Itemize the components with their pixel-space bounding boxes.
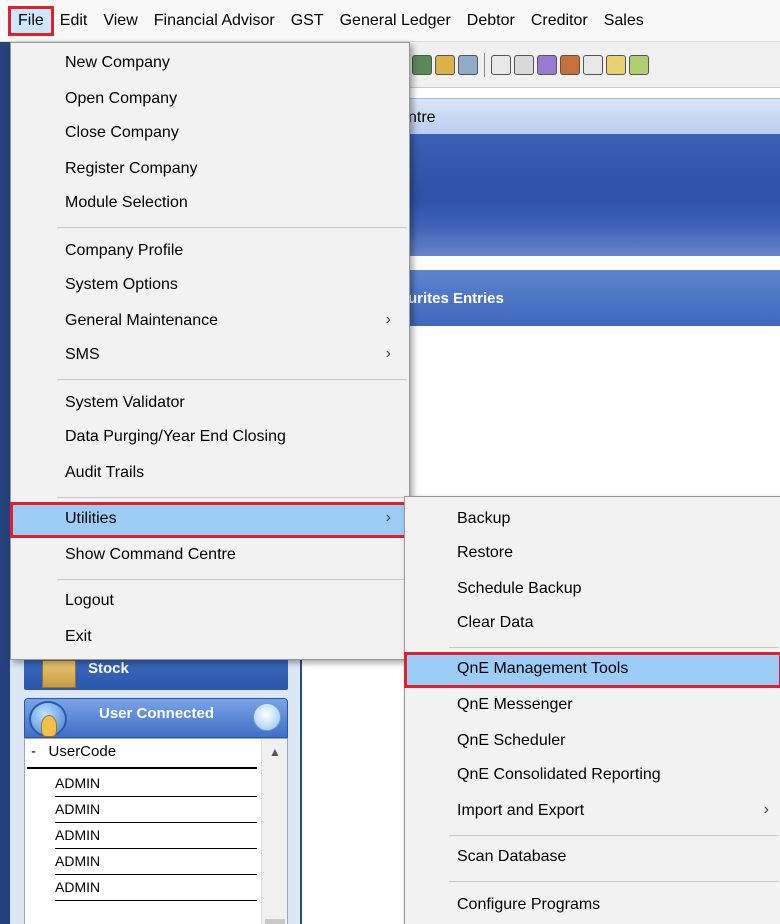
menu-separator: [57, 579, 407, 580]
menu-gst[interactable]: GST: [283, 8, 332, 34]
import-export-label: Import and Export: [457, 802, 585, 819]
menu-item-company-profile[interactable]: Company Profile: [11, 235, 409, 269]
edit-icon[interactable]: [435, 54, 455, 75]
user-row[interactable]: ADMIN: [55, 771, 257, 797]
submenu-arrow-icon: ›: [385, 509, 391, 526]
menu-item-exit[interactable]: Exit: [11, 621, 409, 655]
menu-separator: [449, 647, 779, 648]
menu-edit[interactable]: Edit: [52, 8, 96, 34]
menu-item-show-command-centre[interactable]: Show Command Centre: [11, 539, 409, 573]
stock-box-icon: [42, 660, 76, 688]
menu-sales[interactable]: Sales: [596, 8, 652, 34]
user-connected-header: User Connected: [24, 698, 288, 738]
chart-icon[interactable]: [560, 54, 580, 75]
properties-icon[interactable]: [514, 54, 534, 75]
menu-item-import-export[interactable]: Import and Export ›: [405, 795, 780, 829]
menu-item-system-validator[interactable]: System Validator: [11, 387, 409, 421]
document-icon[interactable]: [491, 54, 511, 75]
copy-icon[interactable]: [583, 54, 603, 75]
utilities-label: Utilities: [65, 510, 117, 527]
menu-item-general-maintenance[interactable]: General Maintenance ›: [11, 305, 409, 339]
usercode-column-header[interactable]: - UserCode: [27, 743, 257, 769]
menu-item-qne-messenger[interactable]: QnE Messenger: [405, 689, 780, 723]
collapse-marker[interactable]: -: [31, 743, 36, 760]
command-centre-title: ntre: [408, 109, 436, 126]
submenu-arrow-icon: ›: [385, 311, 391, 328]
user-row[interactable]: ADMIN: [55, 875, 257, 901]
user-connected-list: - UserCode ADMIN ADMIN ADMIN ADMIN ADMIN…: [24, 738, 288, 924]
tools-icon[interactable]: [458, 54, 478, 75]
toolbar: [408, 42, 780, 88]
menu-debtor[interactable]: Debtor: [459, 8, 523, 34]
usercode-header-label: UserCode: [48, 743, 117, 760]
menu-creditor[interactable]: Creditor: [523, 8, 596, 34]
menu-separator: [57, 379, 407, 380]
menu-item-qne-consolidated-reporting[interactable]: QnE Consolidated Reporting: [405, 759, 780, 793]
menu-item-logout[interactable]: Logout: [11, 585, 409, 619]
menu-item-qne-management-tools[interactable]: QnE Management Tools: [404, 652, 780, 688]
menu-bar: File Edit View Financial Advisor GST Gen…: [0, 0, 780, 42]
menu-item-data-purging[interactable]: Data Purging/Year End Closing: [11, 421, 409, 455]
menu-item-register-company[interactable]: Register Company: [11, 153, 409, 187]
menu-separator: [449, 835, 779, 836]
stock-label: Stock: [88, 660, 129, 677]
command-centre-banner: [408, 134, 780, 262]
menu-separator: [449, 881, 779, 882]
menu-general-ledger[interactable]: General Ledger: [332, 8, 459, 34]
menu-separator: [57, 227, 407, 228]
menu-item-utilities[interactable]: Utilities ›: [10, 502, 410, 538]
pen-icon[interactable]: [537, 54, 557, 75]
favourites-entries-header: urites Entries: [408, 270, 780, 326]
scrollbar-thumb[interactable]: [265, 919, 285, 924]
menu-item-scan-database[interactable]: Scan Database: [405, 841, 780, 875]
refresh-icon[interactable]: [253, 703, 281, 731]
command-centre-title-bar: ntre: [408, 98, 780, 134]
menu-item-open-company[interactable]: Open Company: [11, 83, 409, 117]
file-menu: New Company Open Company Close Company R…: [10, 42, 410, 660]
menu-financial-advisor[interactable]: Financial Advisor: [146, 8, 283, 34]
menu-item-close-company[interactable]: Close Company: [11, 117, 409, 151]
menu-item-audit-trails[interactable]: Audit Trails: [11, 457, 409, 491]
menu-item-module-selection[interactable]: Module Selection: [11, 187, 409, 221]
utilities-submenu: Backup Restore Schedule Backup Clear Dat…: [404, 496, 780, 924]
menu-file[interactable]: File: [8, 5, 54, 36]
menu-view[interactable]: View: [95, 8, 145, 34]
user-row[interactable]: ADMIN: [55, 797, 257, 823]
ledger-icon[interactable]: [412, 54, 432, 75]
menu-item-schedule-backup[interactable]: Schedule Backup: [405, 573, 780, 607]
user-list-scrollbar[interactable]: ▲: [261, 739, 287, 924]
submenu-arrow-icon: ›: [385, 345, 391, 362]
user-row[interactable]: ADMIN: [55, 849, 257, 875]
menu-separator: [57, 497, 407, 498]
menu-item-system-options[interactable]: System Options: [11, 269, 409, 303]
user-row[interactable]: ADMIN: [55, 823, 257, 849]
scroll-up-icon[interactable]: ▲: [269, 745, 281, 759]
favourites-entries-title: urites Entries: [408, 290, 504, 307]
toolbar-separator: [484, 52, 485, 77]
menu-item-new-company[interactable]: New Company: [11, 47, 409, 81]
submenu-arrow-icon: ›: [763, 801, 769, 818]
menu-item-qne-scheduler[interactable]: QnE Scheduler: [405, 725, 780, 759]
menu-item-backup[interactable]: Backup: [405, 503, 780, 537]
menu-item-sms[interactable]: SMS ›: [11, 339, 409, 373]
user-figure-icon: [41, 715, 57, 737]
menu-item-configure-programs[interactable]: Configure Programs: [405, 889, 780, 923]
user-connected-label: User Connected: [99, 705, 215, 722]
export-icon[interactable]: [629, 54, 649, 75]
sms-label: SMS: [65, 346, 100, 363]
import-icon[interactable]: [606, 54, 626, 75]
general-maintenance-label: General Maintenance: [65, 312, 218, 329]
menu-item-clear-data[interactable]: Clear Data: [405, 607, 780, 641]
menu-item-restore[interactable]: Restore: [405, 537, 780, 571]
